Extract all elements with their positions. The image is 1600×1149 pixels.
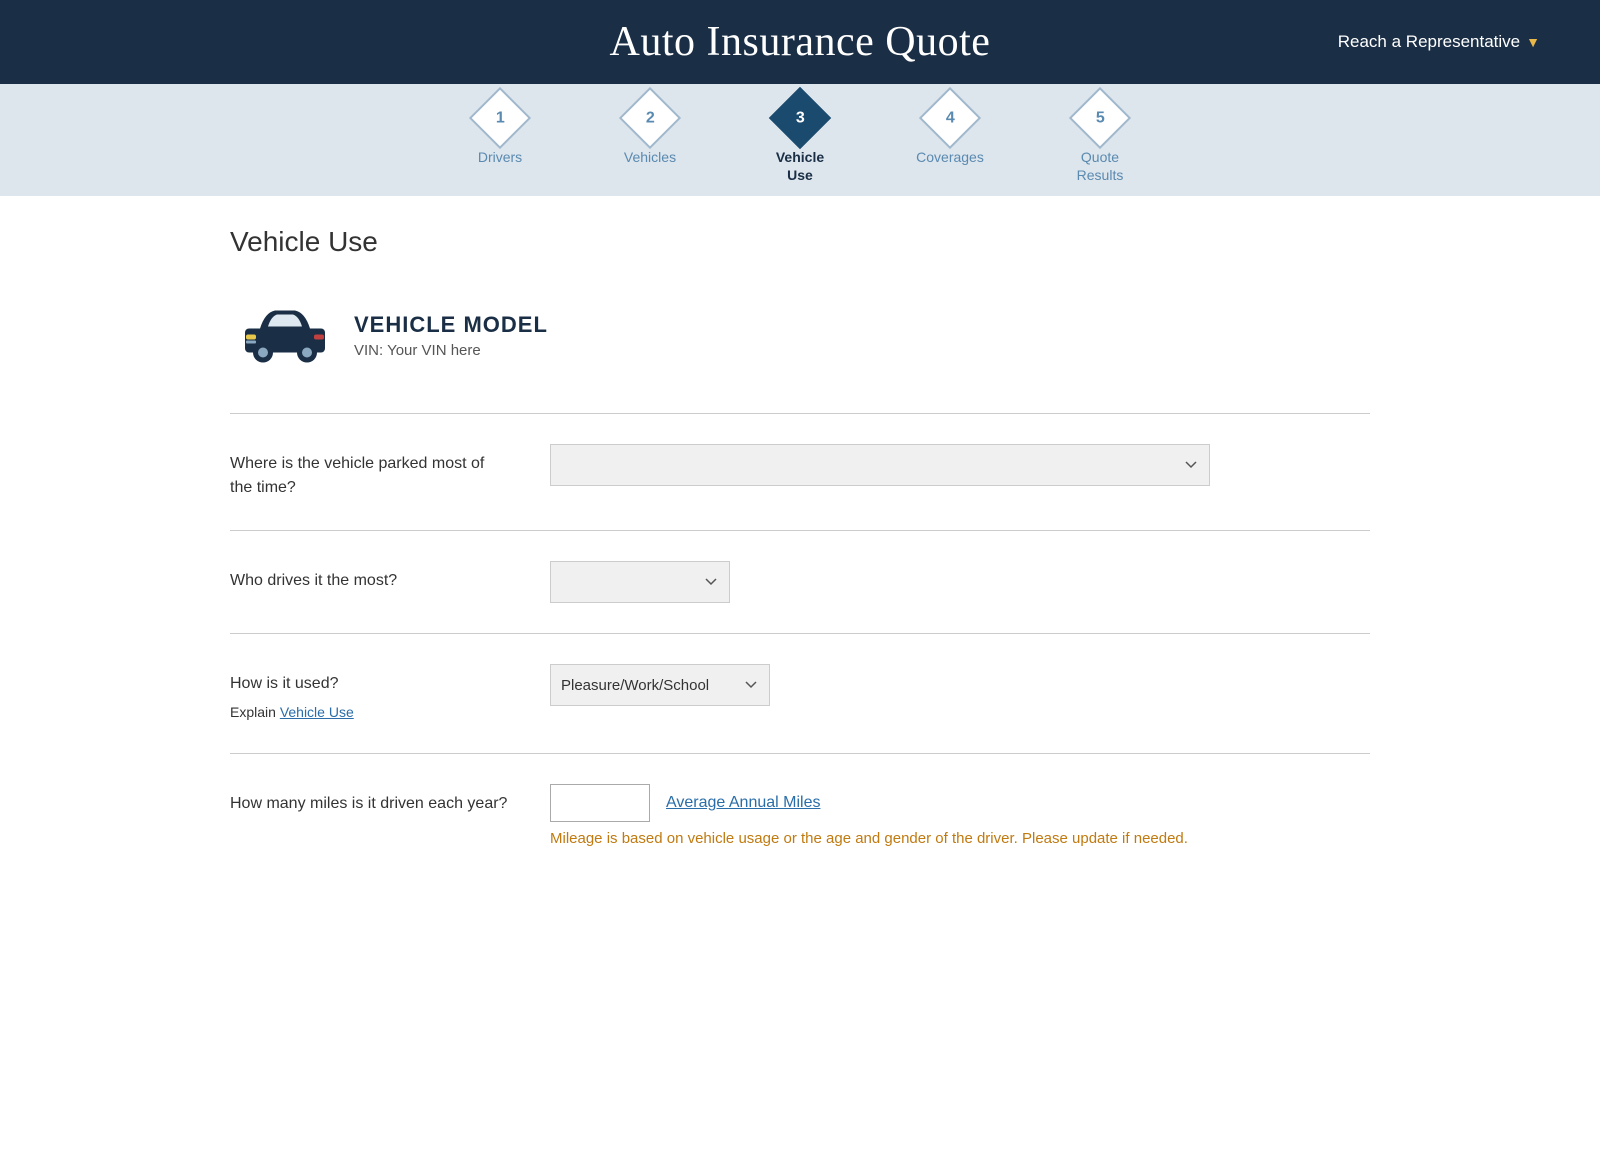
miles-input[interactable] (550, 784, 650, 822)
step-2-diamond: 2 (619, 87, 681, 149)
step-1-label: Drivers (478, 148, 522, 178)
parking-select[interactable] (550, 444, 1210, 486)
step-3-vehicle-use[interactable]: 3 VehicleUse (725, 96, 875, 196)
driver-row: Who drives it the most? (230, 561, 1370, 603)
usage-question: How is it used? (230, 672, 510, 696)
reach-rep-label: Reach a Representative (1338, 32, 1520, 52)
miles-input-row: Average Annual Miles (550, 784, 1370, 822)
step-5-quote-results[interactable]: 5 QuoteResults (1025, 96, 1175, 196)
chevron-down-icon: ▼ (1526, 34, 1540, 50)
usage-section: How is it used? Explain Vehicle Use Plea… (230, 633, 1370, 753)
step-2-label: Vehicles (624, 148, 676, 178)
driver-label: Who drives it the most? (230, 561, 510, 593)
step-4-label: Coverages (916, 148, 984, 178)
average-annual-miles-link[interactable]: Average Annual Miles (666, 794, 820, 812)
miles-section: How many miles is it driven each year? A… (230, 753, 1370, 881)
step-1-diamond: 1 (469, 87, 531, 149)
explain-prefix: Explain (230, 704, 276, 720)
step-5-number: 5 (1096, 109, 1105, 127)
miles-row-container: How many miles is it driven each year? A… (230, 784, 1370, 851)
parking-control (550, 444, 1370, 486)
driver-select[interactable] (550, 561, 730, 603)
vehicle-vin: VIN: Your VIN here (354, 342, 548, 359)
driver-section: Who drives it the most? (230, 530, 1370, 633)
step-4-number: 4 (946, 109, 955, 127)
miles-label: How many miles is it driven each year? (230, 784, 510, 816)
explain-link-container: Explain Vehicle Use (230, 702, 510, 723)
step-4-diamond: 4 (919, 87, 981, 149)
usage-control: Pleasure/Work/School Business Farming Ar… (550, 664, 1370, 706)
parking-row: Where is the vehicle parked most of the … (230, 444, 1370, 500)
step-3-number: 3 (796, 109, 805, 127)
parking-label: Where is the vehicle parked most of the … (230, 444, 510, 500)
vehicle-info: VEHICLE MODEL VIN: Your VIN here (354, 312, 548, 359)
vehicle-card: VEHICLE MODEL VIN: Your VIN here (230, 298, 1370, 373)
step-3-diamond: 3 (769, 87, 831, 149)
vehicle-use-explain-link[interactable]: Vehicle Use (280, 704, 354, 720)
step-2-number: 2 (646, 109, 655, 127)
usage-label-container: How is it used? Explain Vehicle Use (230, 664, 510, 723)
driver-control (550, 561, 1370, 603)
step-2-vehicles[interactable]: 2 Vehicles (575, 96, 725, 178)
progress-steps: 1 Drivers 2 Vehicles 3 VehicleUse 4 Cove… (0, 84, 1600, 196)
parking-section: Where is the vehicle parked most of the … (230, 413, 1370, 530)
mileage-note: Mileage is based on vehicle usage or the… (550, 828, 1250, 851)
step-5-diamond: 5 (1069, 87, 1131, 149)
usage-select[interactable]: Pleasure/Work/School Business Farming Ar… (550, 664, 770, 706)
step-1-drivers[interactable]: 1 Drivers (425, 96, 575, 178)
step-5-label: QuoteResults (1077, 148, 1124, 196)
vehicle-model-name: VEHICLE MODEL (354, 312, 548, 338)
step-4-coverages[interactable]: 4 Coverages (875, 96, 1025, 178)
miles-control: Average Annual Miles Mileage is based on… (550, 784, 1370, 851)
page-title: Auto Insurance Quote (610, 18, 991, 66)
page-header: Auto Insurance Quote Reach a Representat… (0, 0, 1600, 84)
vehicle-use-heading: Vehicle Use (230, 226, 1370, 258)
usage-row: How is it used? Explain Vehicle Use Plea… (230, 664, 1370, 723)
step-1-number: 1 (496, 109, 505, 127)
car-icon (240, 298, 330, 373)
step-3-label: VehicleUse (776, 148, 824, 196)
reach-representative-button[interactable]: Reach a Representative ▼ (1338, 32, 1540, 52)
main-content: Vehicle Use (170, 196, 1430, 911)
